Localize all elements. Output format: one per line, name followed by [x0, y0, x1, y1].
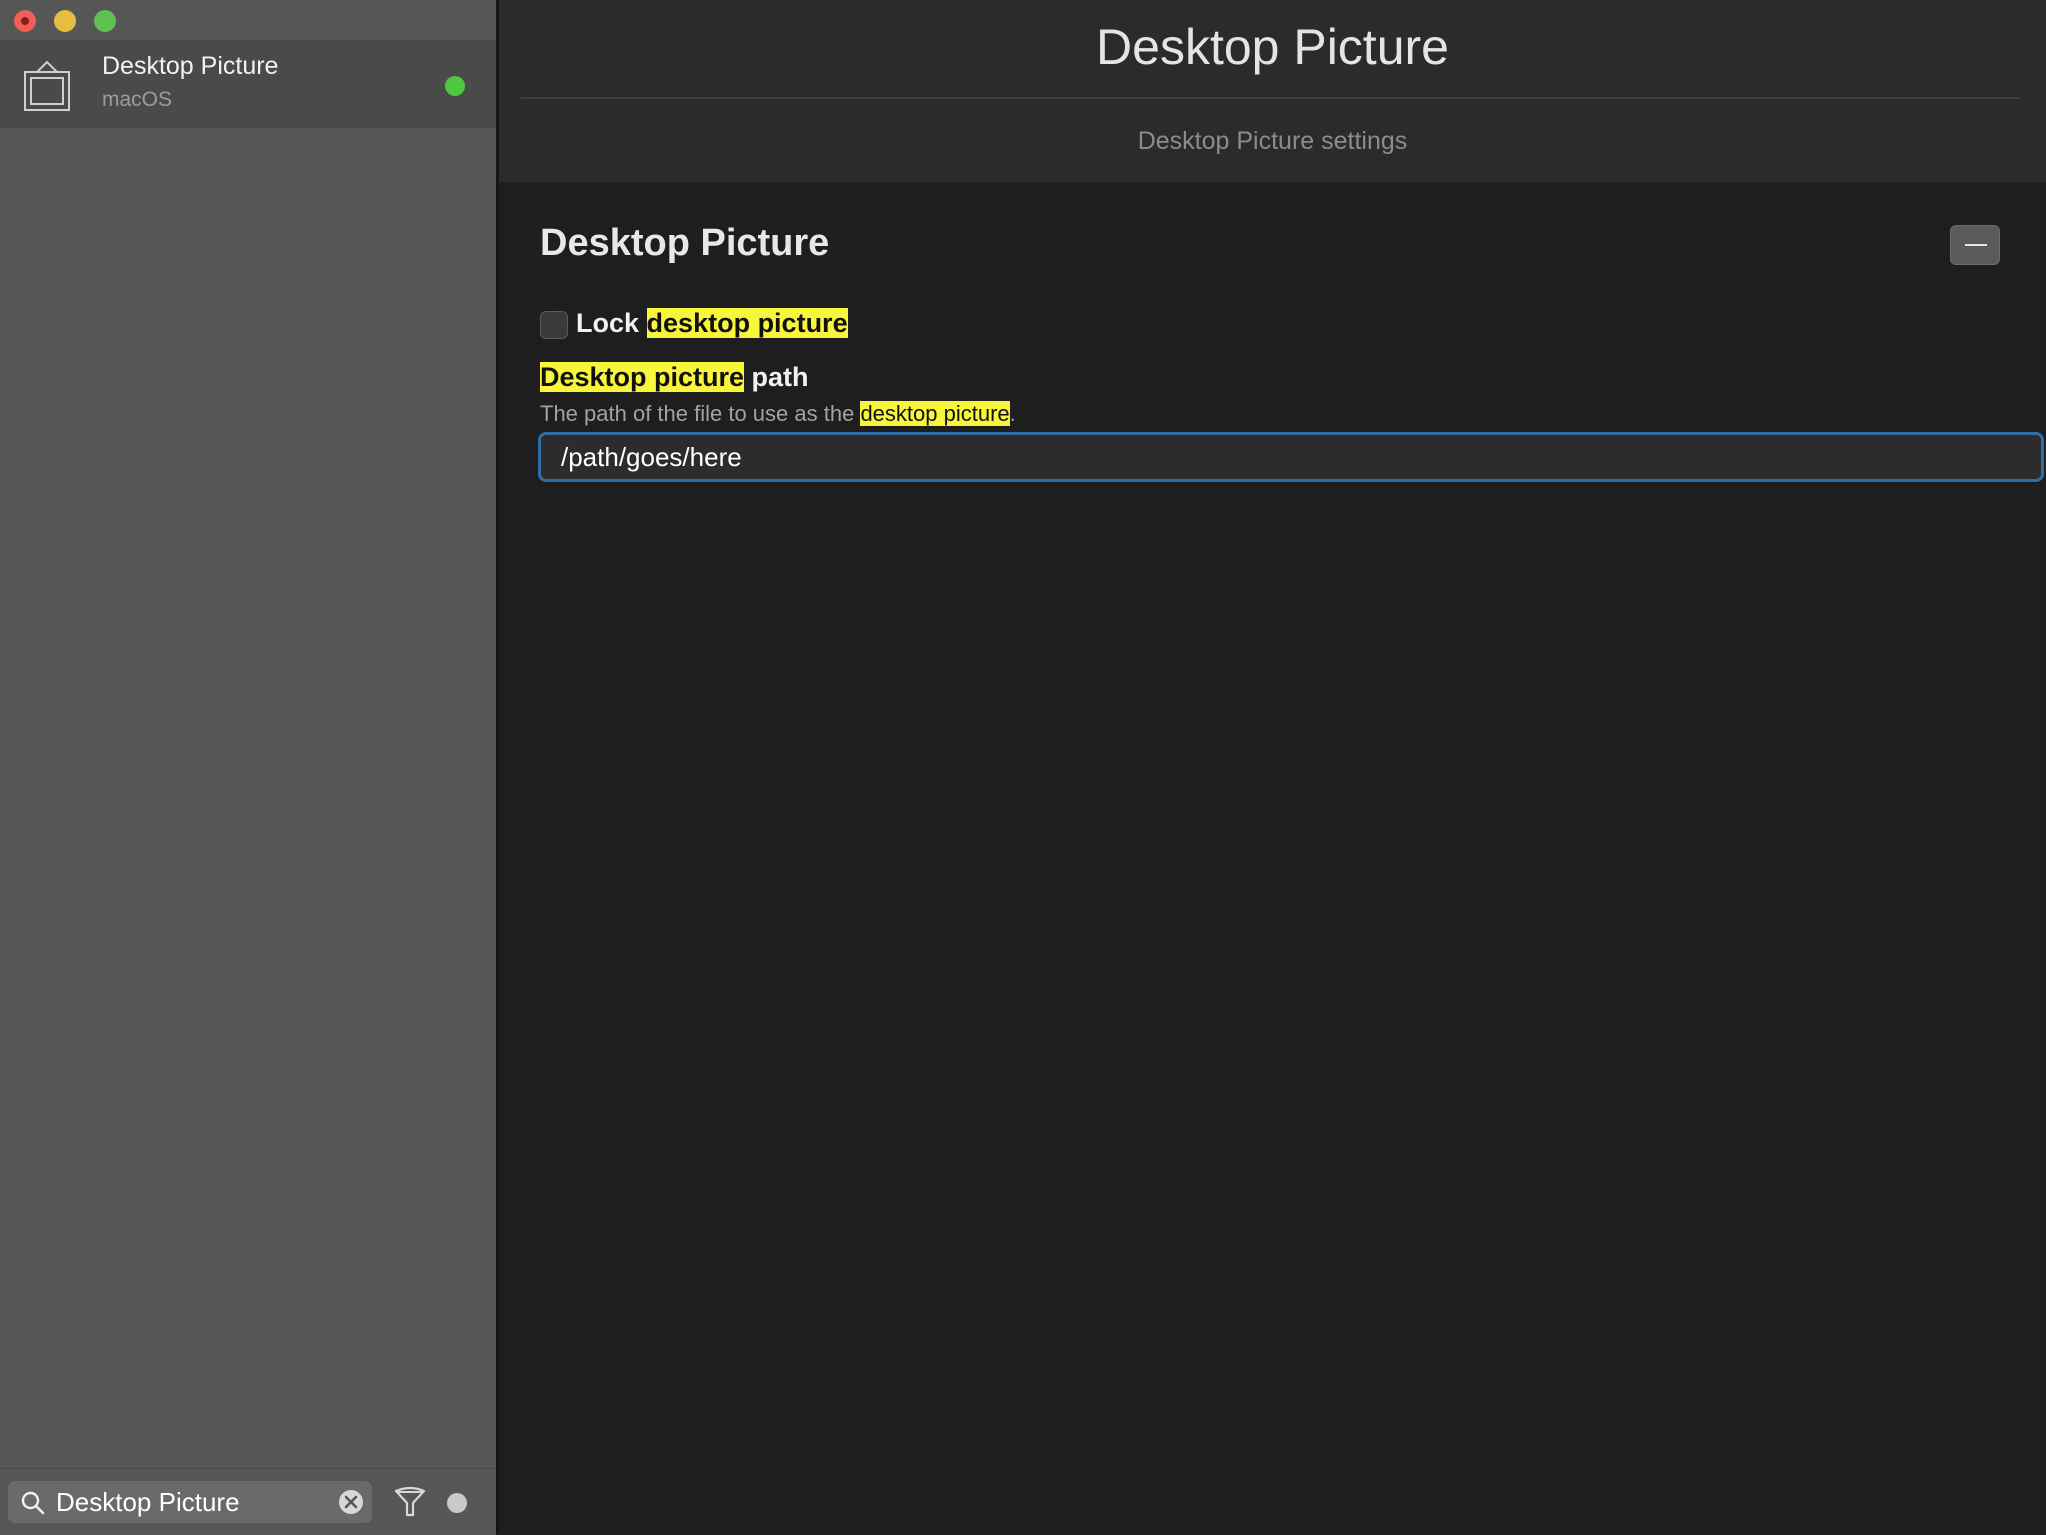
collapse-section-button[interactable]	[1950, 225, 2000, 265]
page-title: Desktop Picture	[1096, 19, 1449, 75]
sidebar-bottom-bar: Desktop Picture	[0, 1468, 496, 1535]
search-icon	[21, 1491, 45, 1515]
description-text: The path of the file to use as the	[540, 401, 861, 426]
close-window-button[interactable]	[14, 10, 36, 32]
lock-label-text: Lock	[576, 308, 640, 338]
settings-content: Desktop Picture Lock desktop picture Des…	[499, 182, 2046, 1534]
path-field-label: Desktop picture path	[540, 362, 809, 393]
section-title: Desktop Picture	[540, 222, 830, 264]
search-highlight: desktop picture	[646, 308, 848, 338]
header-divider	[521, 97, 2019, 99]
sidebar-item-subtitle: macOS	[102, 88, 173, 111]
lock-checkbox[interactable]	[540, 311, 568, 339]
path-field-description: The path of the file to use as the deskt…	[540, 401, 1016, 427]
status-dot-icon[interactable]	[447, 1493, 467, 1513]
picture-frame-icon	[24, 60, 70, 111]
search-highlight: Desktop picture	[540, 362, 745, 392]
filter-icon[interactable]	[393, 1485, 427, 1519]
search-input[interactable]: Desktop Picture	[56, 1487, 240, 1518]
search-field[interactable]: Desktop Picture	[8, 1481, 372, 1523]
sidebar-item-desktop-picture[interactable]: Desktop Picture macOS	[0, 40, 496, 128]
main-header: Desktop Picture Desktop Picture settings	[499, 0, 2046, 182]
zoom-window-button[interactable]	[94, 10, 116, 32]
search-highlight: desktop picture	[860, 401, 1010, 426]
sidebar: Desktop Picture macOS Desktop Picture	[0, 0, 496, 1535]
page-subtitle: Desktop Picture settings	[1137, 127, 1408, 155]
clear-search-icon[interactable]	[338, 1489, 364, 1515]
window-titlebar	[0, 0, 496, 40]
lock-label[interactable]: Lock desktop picture	[576, 308, 848, 339]
description-suffix: .	[1009, 401, 1016, 426]
path-label-text: path	[744, 362, 809, 392]
status-indicator	[445, 76, 465, 96]
sidebar-item-title: Desktop Picture	[102, 52, 279, 80]
minimize-window-button[interactable]	[54, 10, 76, 32]
desktop-picture-path-input[interactable]	[538, 432, 2044, 482]
